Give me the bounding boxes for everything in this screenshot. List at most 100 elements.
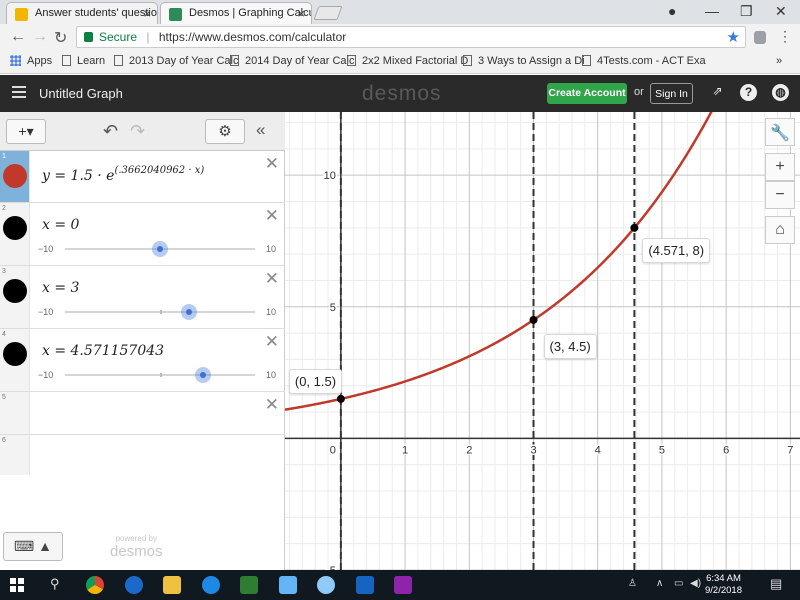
chrome-icon[interactable] <box>86 576 104 594</box>
volume-icon[interactable]: ◀) <box>690 578 701 589</box>
delete-expression-icon[interactable]: ✕ <box>265 206 279 226</box>
back-arrow-icon[interactable]: ← <box>10 28 26 46</box>
expression-row-6[interactable]: 6 <box>0 435 285 475</box>
browser-icon[interactable] <box>125 576 143 594</box>
menu-dots-icon[interactable]: ⋮ <box>778 28 792 45</box>
new-tab-button[interactable] <box>313 6 343 20</box>
delete-expression-icon[interactable]: ✕ <box>265 395 279 415</box>
expression-row-1[interactable]: 1 y = 1.5 · e(.3662040962 · x) ✕ <box>0 151 285 203</box>
wrench-icon[interactable]: 🔧 <box>765 118 795 146</box>
slider-max-label[interactable]: 10 <box>266 307 276 317</box>
browser-tab-answer-students[interactable]: Answer students' questio × <box>6 2 158 24</box>
browser-tab-strip: Answer students' questio × Desmos | Grap… <box>0 0 800 24</box>
search-icon[interactable]: ⚲ <box>50 576 60 592</box>
share-icon[interactable]: ⇗ <box>709 84 726 101</box>
vertical-line-icon[interactable] <box>3 216 27 240</box>
bookmark-2013-day-of-year[interactable]: 2013 Day of Year Calc <box>114 55 238 67</box>
keypad-toggle-button[interactable]: ⌨ ▲ <box>3 532 63 561</box>
profile-icon[interactable]: ● <box>668 3 676 19</box>
zoom-out-icon[interactable]: − <box>765 181 795 209</box>
expression-formula[interactable]: y = 1.5 · e(.3662040962 · x) <box>42 165 204 184</box>
maximize-icon[interactable]: ❐ <box>740 3 753 20</box>
app-icon[interactable] <box>240 576 258 594</box>
home-zoom-icon[interactable]: ⌂ <box>765 216 795 244</box>
points[interactable] <box>336 223 639 403</box>
sign-in-button[interactable]: Sign In <box>650 83 693 104</box>
tab-close-icon[interactable]: × <box>143 6 151 21</box>
notifications-icon[interactable]: ▤ <box>770 576 782 592</box>
intersection-point[interactable] <box>529 315 538 324</box>
expression-formula[interactable]: x = 0 <box>42 217 79 233</box>
delete-expression-icon[interactable]: ✕ <box>265 332 279 352</box>
bookmark-3-ways-to-assign[interactable]: 3 Ways to Assign a Di <box>463 55 585 67</box>
bookmark-learn[interactable]: Learn <box>62 55 105 67</box>
tray-overflow-icon[interactable]: ∧ <box>656 578 663 589</box>
expression-row-5[interactable]: 5 ✕ <box>0 392 285 435</box>
expression-row-2[interactable]: 2 x = 0 ✕ −10 10 <box>0 203 285 266</box>
address-bar[interactable]: Secure | https://www.desmos.com/calculat… <box>76 26 746 48</box>
slider-handle[interactable] <box>152 241 168 257</box>
app-icon[interactable] <box>279 576 297 594</box>
slider-min-label[interactable]: −10 <box>38 370 53 380</box>
collapse-panel-icon[interactable]: « <box>256 120 265 140</box>
file-explorer-icon[interactable] <box>163 576 181 594</box>
magnifier-icon[interactable] <box>317 576 335 594</box>
slider-min-label[interactable]: −10 <box>38 244 53 254</box>
slider-handle[interactable] <box>180 304 197 320</box>
graph-title[interactable]: Untitled Graph <box>39 86 123 101</box>
extension-icon[interactable] <box>754 31 766 44</box>
minimize-icon[interactable]: — <box>705 3 719 19</box>
reload-icon[interactable]: ↻ <box>54 28 67 48</box>
delete-expression-icon[interactable]: ✕ <box>265 269 279 289</box>
slider-track[interactable] <box>65 241 255 257</box>
slider-track[interactable] <box>65 304 255 320</box>
bookmark-2x2-mixed-factorial[interactable]: 2x2 Mixed Factorial D <box>347 55 468 67</box>
hamburger-menu-icon[interactable] <box>12 86 26 98</box>
window-close-icon[interactable]: ✕ <box>775 3 787 20</box>
slider-handle[interactable] <box>195 367 212 383</box>
slider-max-label[interactable]: 10 <box>266 244 276 254</box>
language-globe-icon[interactable]: ◍ <box>772 84 789 101</box>
expression-formula[interactable]: x = 3 <box>42 280 79 296</box>
battery-icon[interactable]: ▭ <box>674 578 683 589</box>
undo-icon[interactable]: ↶ <box>103 121 118 142</box>
zoom-in-icon[interactable]: + <box>765 153 795 181</box>
point-coordinate-label[interactable]: (4.571, 8) <box>642 237 711 263</box>
exponential-curve[interactable] <box>285 112 800 411</box>
help-icon[interactable]: ? <box>740 84 757 101</box>
slider-track[interactable] <box>65 367 255 383</box>
redo-icon[interactable]: ↷ <box>130 121 145 142</box>
expression-row-4[interactable]: 4 x = 4.571157043 ✕ −10 10 <box>0 329 285 392</box>
create-account-button[interactable]: Create Account <box>547 83 627 104</box>
bookmark-2014-day-of-year[interactable]: 2014 Day of Year Calc <box>230 55 354 67</box>
bookmark-apps[interactable]: Apps <box>10 55 52 67</box>
browser-tab-desmos[interactable]: Desmos | Graphing Calcu × <box>160 2 312 24</box>
expression-row-3[interactable]: 3 x = 3 ✕ −10 10 <box>0 266 285 329</box>
vertical-line-icon[interactable] <box>3 279 27 303</box>
people-icon[interactable]: ♙ <box>628 578 637 589</box>
function-curve-icon[interactable] <box>3 164 27 188</box>
intersection-point[interactable] <box>630 223 639 232</box>
taskbar-clock[interactable]: 6:34 AM 9/2/2018 <box>705 573 742 597</box>
add-item-button[interactable]: +▾ <box>6 119 46 144</box>
app-icon[interactable] <box>356 576 374 594</box>
bookmark-4tests-act[interactable]: 4Tests.com - ACT Exa <box>582 55 706 67</box>
forward-arrow-icon[interactable]: → <box>32 28 48 46</box>
expression-formula[interactable]: x = 4.571157043 <box>42 343 164 359</box>
windows-start-icon[interactable] <box>10 578 24 592</box>
slider-max-label[interactable]: 10 <box>266 370 276 380</box>
app-icon[interactable] <box>394 576 412 594</box>
graph-canvas[interactable]: 1234567105-50 (0, 1.5)(3, 4.5)(4.571, 8) <box>285 112 800 570</box>
tab-close-icon[interactable]: × <box>297 6 305 21</box>
bookmark-star-icon[interactable]: ★ <box>727 28 740 46</box>
point-coordinate-label[interactable]: (0, 1.5) <box>288 368 343 394</box>
intersection-point[interactable] <box>336 394 345 403</box>
vertical-line-icon[interactable] <box>3 342 27 366</box>
bookmarks-overflow-button[interactable]: » <box>776 55 782 67</box>
point-coordinate-label[interactable]: (3, 4.5) <box>543 333 597 359</box>
app-icon[interactable] <box>202 576 220 594</box>
delete-expression-icon[interactable]: ✕ <box>265 154 279 174</box>
graph-settings-button[interactable]: ⚙ <box>205 119 245 144</box>
tab-title: Desmos | Graphing Calcu <box>189 7 312 19</box>
slider-min-label[interactable]: −10 <box>38 307 53 317</box>
